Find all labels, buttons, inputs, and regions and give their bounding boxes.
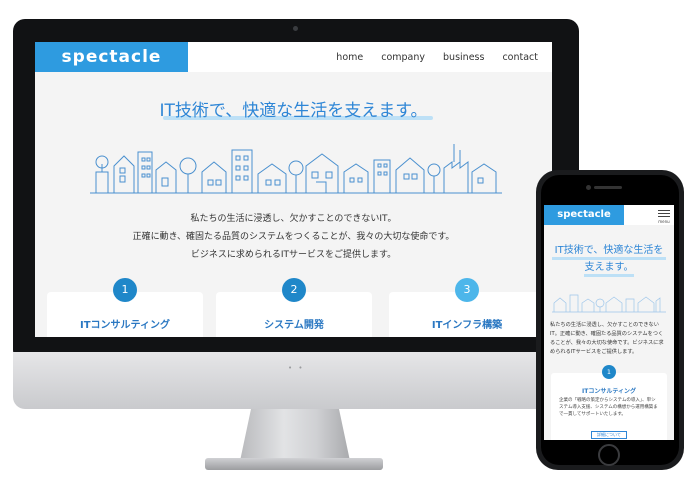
site-logo[interactable]: spectacle	[35, 42, 188, 72]
nav-home[interactable]: home	[336, 52, 363, 63]
intro-line-3: ビジネスに求められるITサービスをご提供します。	[190, 250, 397, 260]
mobile-header: spectacle menu	[544, 205, 674, 225]
mobile-town-illustration	[552, 294, 666, 313]
intro-text: 私たちの生活に浸透し、欠かすことのできないIT。 正確に動き、確固たる品質のシス…	[35, 210, 552, 264]
service-number-badge: 1	[113, 278, 137, 302]
menu-label: menu	[658, 219, 670, 224]
nav-contact[interactable]: contact	[502, 52, 538, 63]
service-card-title: ITコンサルティング	[80, 320, 170, 331]
service-number-badge: 2	[282, 278, 306, 302]
device-mockup-stage: • • spectacle home company business cont…	[0, 0, 700, 490]
imac-logo-dots: • •	[288, 364, 305, 372]
nav-company[interactable]: company	[381, 52, 425, 63]
imac-foot	[205, 458, 383, 470]
imac-chin	[13, 352, 579, 409]
nav-business[interactable]: business	[443, 52, 484, 63]
hero-headline: IT技術で、快適な生活を支えます。	[159, 101, 428, 121]
service-card[interactable]: 3 ITインフラ構築	[389, 278, 545, 337]
desktop-nav: home company business contact	[336, 42, 538, 72]
mobile-service-card[interactable]: 1 ITコンサルティング 企業の「戦略の策定からシステムの導入」、単システム導入…	[551, 365, 667, 440]
service-card-title: ITコンサルティング	[582, 388, 636, 395]
intro-line-1: 私たちの生活に浸透し、欠かすことのできないIT。	[190, 214, 397, 224]
service-number-badge: 1	[602, 365, 616, 379]
phone-speaker	[594, 186, 622, 189]
details-button[interactable]: 詳細について	[591, 431, 627, 439]
service-card[interactable]: 1 ITコンサルティング	[47, 278, 203, 337]
intro-line-2: 正確に動き、確固たる品質のシステムをつくることが、我々の大切な使命です。	[132, 232, 455, 242]
service-card[interactable]: 2 システム開発	[216, 278, 372, 337]
service-card-title: ITインフラ構築	[431, 320, 503, 331]
service-card-text: 企業の「戦略の策定からシステムの導入」、単システム導入支援、システムの構想から運…	[559, 398, 658, 417]
desktop-header: spectacle home company business contact	[35, 42, 552, 72]
hamburger-menu-icon[interactable]: menu	[658, 208, 670, 224]
mobile-hero-headline: IT技術で、快適な生活を支えます。	[554, 245, 664, 273]
service-card-title: システム開発	[264, 320, 324, 331]
imac-camera	[293, 26, 298, 31]
mobile-screen: spectacle menu IT技術で、快適な生活を支えます。 私たちの生活に…	[544, 205, 674, 440]
desktop-screen: spectacle home company business contact …	[35, 42, 552, 337]
phone-camera	[586, 185, 591, 190]
phone-home-button[interactable]	[598, 444, 620, 466]
mobile-site-logo[interactable]: spectacle	[544, 205, 624, 225]
service-number-badge: 3	[455, 278, 479, 302]
mobile-intro-text: 私たちの生活に浸透し、欠かすことのできないIT。正確に動き、確固たる品質のシステ…	[550, 322, 664, 355]
imac-stand	[240, 409, 350, 461]
town-illustration	[90, 144, 502, 194]
